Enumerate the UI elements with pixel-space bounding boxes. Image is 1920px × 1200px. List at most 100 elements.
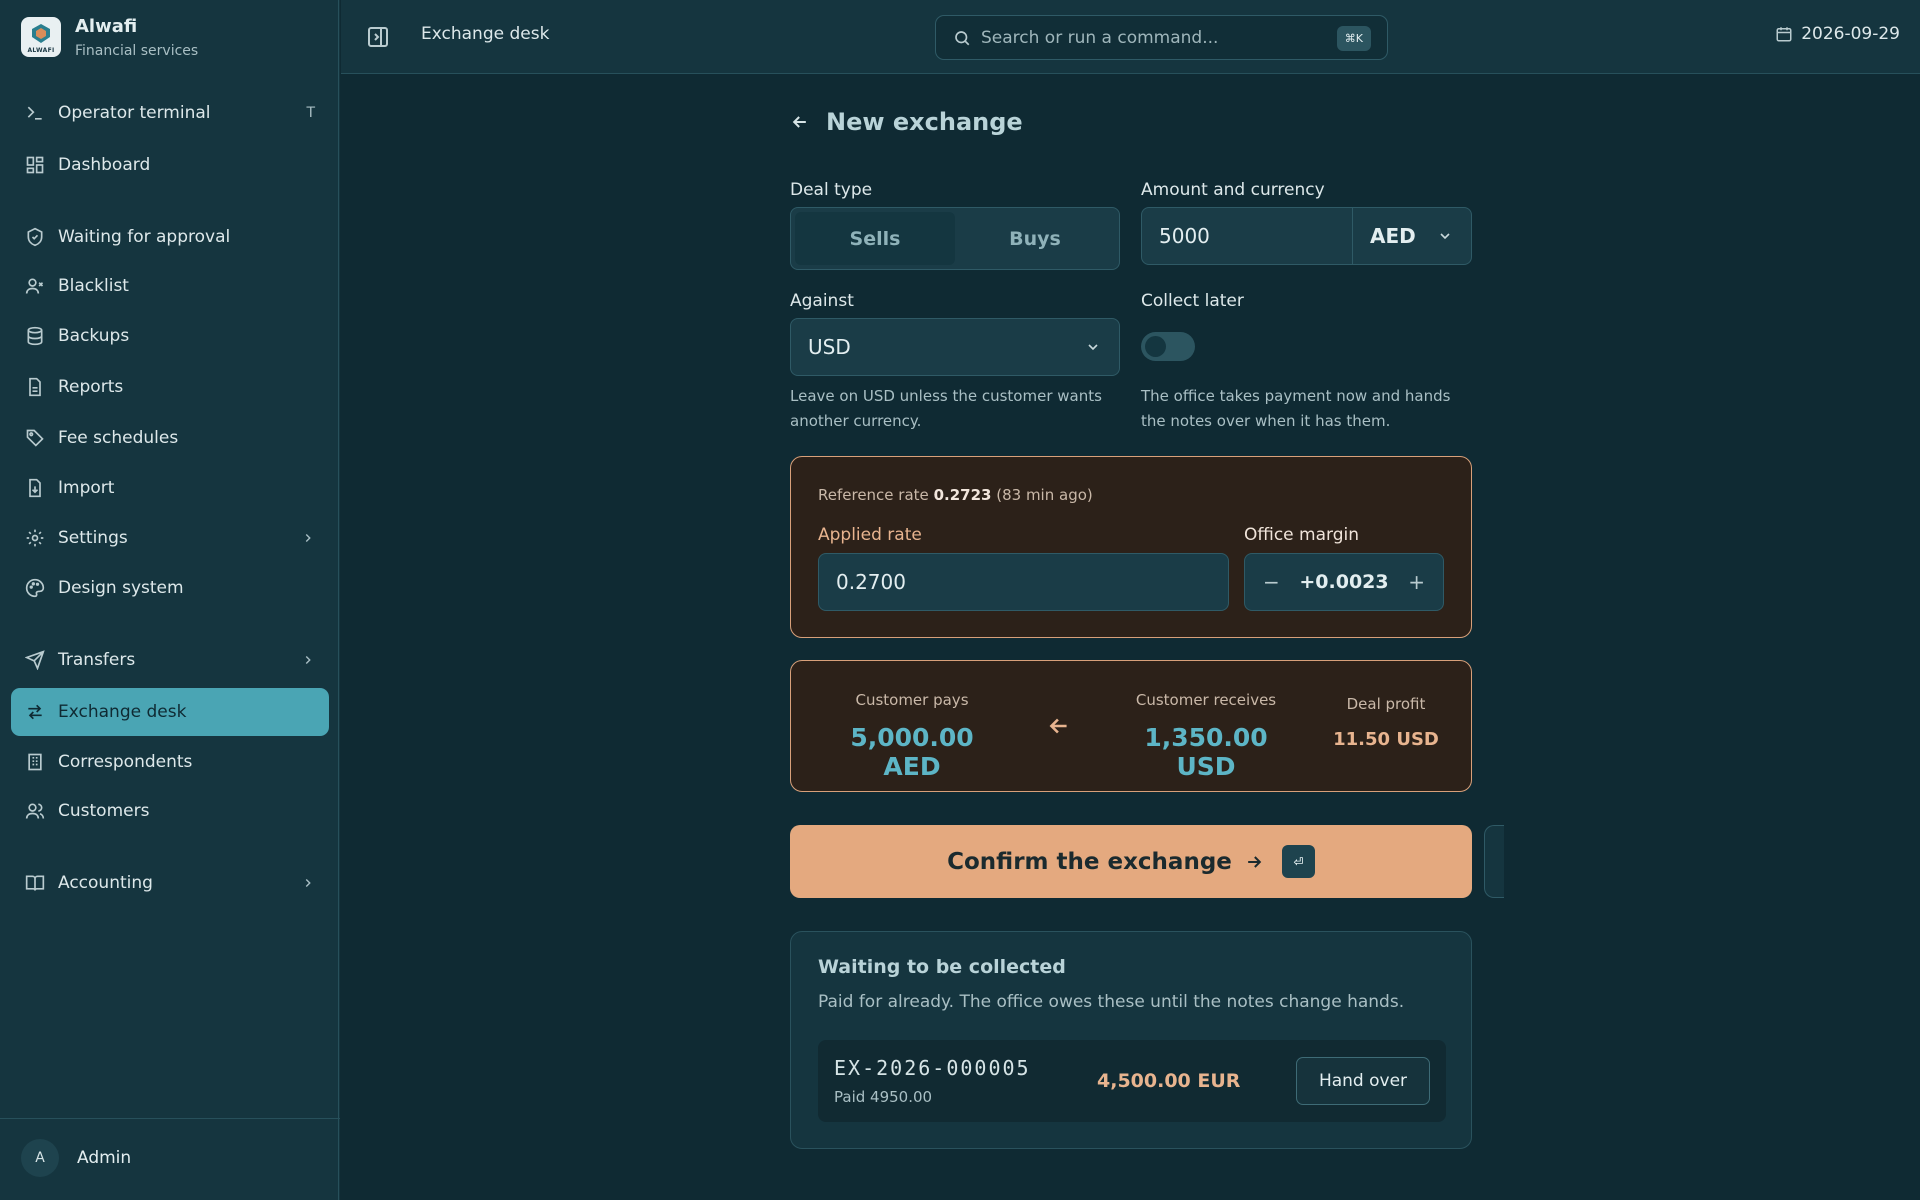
users-icon — [24, 800, 46, 822]
palette-icon — [24, 577, 46, 599]
sidebar-item-label: Correspondents — [58, 752, 193, 772]
applied-rate-label: Applied rate — [818, 525, 922, 545]
brand-logo: ALWAFI — [21, 17, 61, 57]
brand-subtitle: Financial services — [75, 42, 199, 59]
toggle-knob — [1145, 336, 1166, 357]
office-margin-label: Office margin — [1244, 525, 1359, 545]
chevron-right-icon — [301, 876, 315, 890]
sidebar-item-label: Accounting — [58, 873, 153, 893]
against-select[interactable]: USD — [790, 318, 1120, 376]
deal-type-label: Deal type — [790, 180, 873, 200]
sidebar-item-fee-schedules[interactable]: Fee schedules — [11, 414, 329, 462]
currency-select[interactable]: AED — [1352, 207, 1472, 265]
sidebar-item-operator-terminal[interactable]: Operator terminal T — [11, 89, 329, 137]
applied-rate-input[interactable]: 0.2700 — [818, 553, 1229, 611]
amount-input[interactable]: 5000 — [1141, 207, 1353, 265]
deal-type-toggle: Sells Buys — [790, 207, 1120, 270]
reference-rate: Reference rate 0.2723 (83 min ago) — [818, 486, 1093, 504]
sidebar-item-label: Settings — [58, 528, 128, 548]
sidebar-toggle-icon[interactable] — [366, 25, 390, 49]
sidebar: ALWAFI Alwafi Financial services Operato… — [0, 0, 340, 1200]
sidebar-item-label: Design system — [58, 578, 184, 598]
brand[interactable]: ALWAFI Alwafi Financial services — [21, 12, 198, 62]
sidebar-item-transfers[interactable]: Transfers — [11, 636, 329, 684]
sidebar-item-design-system[interactable]: Design system — [11, 564, 329, 612]
file-import-icon — [24, 477, 46, 499]
deal-profit-label: Deal profit — [1346, 695, 1426, 713]
calendar-icon — [1775, 25, 1793, 43]
gear-icon — [24, 527, 46, 549]
confirm-exchange-button[interactable]: Confirm the exchange ⏎ — [790, 825, 1472, 898]
topbar: Exchange desk Search or run a command...… — [341, 0, 1920, 74]
reference-rate-age: (83 min ago) — [996, 486, 1093, 504]
sidebar-item-label: Exchange desk — [58, 702, 187, 722]
send-icon — [24, 649, 46, 671]
current-date[interactable]: 2026-09-29 — [1775, 24, 1900, 44]
sidebar-item-label: Waiting for approval — [58, 227, 231, 247]
chevron-right-icon — [301, 653, 315, 667]
book-icon — [24, 872, 46, 894]
tag-icon — [24, 427, 46, 449]
sidebar-item-import[interactable]: Import — [11, 464, 329, 512]
customer-pays-value: 5,000.00 AED — [850, 723, 974, 781]
reference-rate-value: 0.2723 — [933, 486, 992, 504]
sidebar-item-label: Customers — [58, 801, 150, 821]
user-name: Admin — [77, 1148, 132, 1168]
user-x-icon — [24, 275, 46, 297]
sidebar-user[interactable]: A Admin — [0, 1118, 340, 1200]
sidebar-item-label: Reports — [58, 377, 124, 397]
arrow-right-icon — [1244, 852, 1264, 872]
customer-receives-value: 1,350.00 USD — [1144, 723, 1268, 781]
margin-increase-button[interactable]: + — [1408, 570, 1425, 594]
building-icon — [24, 751, 46, 773]
deal-option-buys[interactable]: Buys — [955, 212, 1115, 265]
customer-receives: Customer receives 1,350.00 USD — [1116, 691, 1296, 781]
hand-over-button[interactable]: Hand over — [1296, 1057, 1430, 1105]
back-arrow-icon[interactable] — [790, 112, 810, 132]
sidebar-item-backups[interactable]: Backups — [11, 312, 329, 360]
sidebar-item-correspondents[interactable]: Correspondents — [11, 738, 329, 786]
waiting-collection-card: Waiting to be collected Paid for already… — [790, 931, 1472, 1149]
page-title: New exchange — [826, 108, 1023, 136]
enter-key-icon: ⏎ — [1281, 845, 1315, 878]
sidebar-item-customers[interactable]: Customers — [11, 787, 329, 835]
sidebar-item-accounting[interactable]: Accounting — [11, 859, 329, 907]
page-header: New exchange — [790, 108, 1023, 136]
brand-logo-word: ALWAFI — [27, 47, 55, 54]
breadcrumb: Exchange desk — [421, 24, 550, 44]
list-item: EX-2026-000005 Paid 4950.00 4,500.00 EUR… — [818, 1040, 1446, 1122]
waiting-subtitle: Paid for already. The office owes these … — [818, 992, 1405, 1012]
customer-receives-label: Customer receives — [1135, 691, 1277, 709]
side-panel-edge[interactable] — [1484, 825, 1504, 898]
chevron-down-icon — [1085, 339, 1101, 355]
sidebar-item-label: Transfers — [58, 650, 136, 670]
sidebar-item-dashboard[interactable]: Dashboard — [11, 141, 329, 189]
confirm-label: Confirm the exchange — [947, 848, 1232, 875]
search-input[interactable]: Search or run a command... ⌘K — [935, 15, 1388, 60]
customer-pays-label: Customer pays — [855, 691, 969, 709]
arrow-left-icon — [1046, 713, 1072, 739]
currency-value: AED — [1370, 224, 1416, 248]
database-icon — [24, 325, 46, 347]
margin-decrease-button[interactable]: − — [1263, 570, 1280, 594]
chevron-down-icon — [1437, 228, 1453, 244]
exchange-amount: 4,500.00 EUR — [1097, 1070, 1241, 1092]
sidebar-item-exchange-desk[interactable]: Exchange desk — [11, 688, 329, 736]
sidebar-item-reports[interactable]: Reports — [11, 363, 329, 411]
sidebar-item-waiting-for-approval[interactable]: Waiting for approval — [11, 213, 329, 261]
against-label: Against — [790, 291, 854, 311]
sidebar-item-blacklist[interactable]: Blacklist — [11, 262, 329, 310]
file-text-icon — [24, 376, 46, 398]
chevron-right-icon — [301, 531, 315, 545]
search-shortcut: ⌘K — [1336, 26, 1371, 51]
collect-later-toggle[interactable] — [1141, 332, 1195, 361]
sidebar-item-label: Fee schedules — [58, 428, 179, 448]
dashboard-icon — [24, 154, 46, 176]
search-placeholder: Search or run a command... — [981, 27, 1219, 48]
against-help: Leave on USD unless the customer wants a… — [790, 387, 1102, 430]
deal-option-sells[interactable]: Sells — [795, 212, 955, 265]
avatar: A — [21, 1139, 59, 1177]
sidebar-item-settings[interactable]: Settings — [11, 514, 329, 562]
shortcut-hint: T — [306, 105, 315, 121]
exchange-id: EX-2026-000005 — [834, 1056, 1031, 1080]
